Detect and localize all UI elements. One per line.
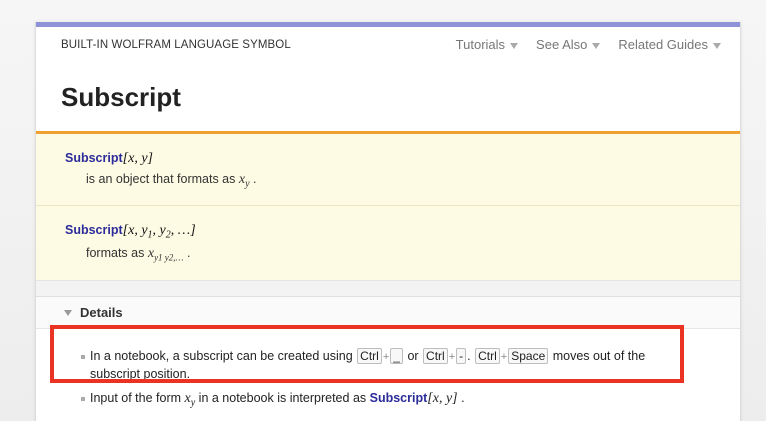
desc-text: is an object that formats as [86, 172, 236, 186]
nav-tutorials-label: Tutorials [455, 37, 506, 52]
nav-tutorials[interactable]: Tutorials [455, 37, 519, 52]
usage-args-end: , …] [170, 223, 196, 238]
bullet-text: Input of the form xy in a notebook is in… [90, 390, 670, 412]
triangle-down-icon [64, 310, 72, 316]
usage-signature: Subscript[x, y1, y2, …] [65, 222, 196, 241]
usage-args: [x, y] [122, 151, 153, 166]
page-title: Subscript [61, 82, 181, 112]
chevron-down-icon [510, 42, 519, 49]
desc-end: . [187, 246, 191, 260]
math-sub: y1 y2,… [154, 252, 184, 263]
desc-text: formats as [86, 246, 145, 260]
function-link[interactable]: Subscript [65, 223, 123, 237]
nav-see-also-label: See Also [536, 37, 588, 52]
nav-see-also[interactable]: See Also [536, 37, 601, 52]
bullet-end: . [461, 391, 465, 405]
nav-related-guides-label: Related Guides [618, 37, 708, 52]
usage-args: [x, y [122, 223, 148, 238]
details-label: Details [80, 305, 123, 320]
chevron-down-icon [592, 42, 601, 49]
usage-args-mid: , y [152, 223, 166, 238]
function-link[interactable]: Subscript [370, 391, 428, 405]
chevron-down-icon [713, 42, 721, 49]
usage-args: [x, y] [427, 391, 458, 406]
usage-description: is an object that formats as xy . [86, 172, 257, 190]
usage-signature: Subscript[x, y] [65, 150, 153, 167]
top-accent-bar [36, 22, 740, 27]
function-link[interactable]: Subscript [65, 151, 123, 165]
page-header: BUILT-IN WOLFRAM LANGUAGE SYMBOL Tutoria… [61, 37, 721, 59]
bullet-text-part: in a notebook is interpreted as [198, 391, 367, 405]
header-nav: Tutorials See Also Related Guides [456, 37, 721, 52]
bullet-icon [81, 397, 85, 401]
math-sub: y [245, 178, 250, 190]
highlight-annotation-box [50, 325, 684, 383]
usage-description: formats as xy1 y2,… . [86, 246, 191, 263]
section-spacer [36, 280, 740, 297]
usage-block-1: Subscript[x, y] is an object that format… [36, 134, 740, 206]
usage-block-2: Subscript[x, y1, y2, …] formats as xy1 y… [36, 206, 740, 280]
math-sub: y [190, 397, 196, 409]
bullet-text-part: Input of the form [90, 391, 182, 405]
symbol-type-label: BUILT-IN WOLFRAM LANGUAGE SYMBOL [61, 39, 291, 51]
nav-related-guides[interactable]: Related Guides [618, 37, 721, 52]
desc-end: . [253, 172, 257, 186]
